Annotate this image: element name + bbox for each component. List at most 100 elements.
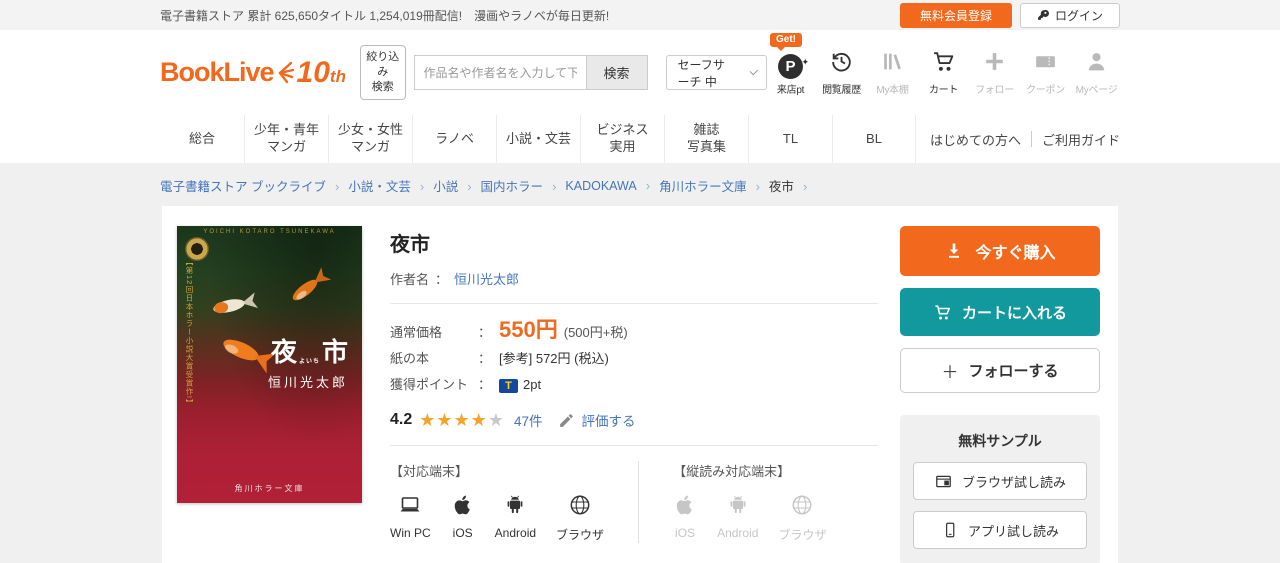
nav-item-magazine[interactable]: 雑誌 写真集 [664,115,748,163]
cover-romaji-text: YOICHI KOTARO TSUNEKAWA [177,229,362,235]
vertical-reading-note: ※縦読み機能のご利用については、ご利用ガイドをご確認ください [390,559,878,563]
booklive-logo[interactable]: BookLive 10th [160,57,346,88]
free-register-button[interactable]: 無料会員登録 [900,3,1012,28]
plus-icon [941,358,958,383]
breadcrumb-current: 夜市 [769,176,816,195]
breadcrumb-horror[interactable]: 国内ホラー [481,176,566,195]
globe-icon [790,493,814,517]
follow-quick-button[interactable]: フォロー [971,49,1018,96]
breadcrumb-kadokawa[interactable]: KADOKAWA [565,178,659,193]
breadcrumb-kadokawa-horror-bunko[interactable]: 角川ホラー文庫 [659,176,769,195]
rate-action-link[interactable]: 評価する [581,410,635,430]
filter-search-button[interactable]: 絞り込み 検索 [360,45,406,100]
colon [429,269,454,288]
anniversary-suffix: th [330,67,346,86]
breadcrumb-novel[interactable]: 小説 [433,176,480,195]
site-header: BookLive 10th 絞り込み 検索 検索 セーフサーチ 中 Get! P… [0,30,1280,115]
category-nav: 総合 少年・青年 マンガ 少女・女性 マンガ ラノベ 小説・文芸 ビジネス 実用… [0,115,1280,163]
device-android-disabled: Android [717,493,758,543]
cart-button[interactable]: カート [920,49,967,96]
chevron-down-icon [750,67,758,75]
first-time-link[interactable]: はじめての方へ [930,130,1021,149]
laptop-icon [398,493,422,517]
download-icon [944,241,964,261]
search-input[interactable] [414,55,586,90]
product-card: YOICHI KOTARO TSUNEKAWA 【第12回日本ホラー小説大賞受賞… [162,206,1118,563]
coupon-button[interactable]: クーポン [1022,49,1069,96]
point-p-icon: P [778,54,803,79]
review-count-link[interactable]: 47件 [514,410,543,430]
smartphone-icon [941,521,959,539]
safe-search-dropdown[interactable]: セーフサーチ 中 [666,55,767,90]
apple-icon [451,493,475,517]
star-icon [454,411,471,429]
nav-item-lightnovel[interactable]: ラノベ [412,115,496,163]
pencil-icon [558,412,575,429]
safe-search-label: セーフサーチ 中 [678,56,735,90]
cart-icon [931,49,956,74]
nav-item-novel[interactable]: 小説・文芸 [496,115,580,163]
my-page-button[interactable]: Myページ [1073,49,1120,96]
apple-icon [673,493,697,517]
author-label: 作者名 [390,269,429,288]
login-label: ログイン [1055,7,1103,24]
nav-item-general[interactable]: 総合 [160,115,244,163]
page-background: 電子書籍ストア ブックライブ 小説・文芸 小説 国内ホラー KADOKAWA 角… [0,163,1280,563]
breadcrumb-novel-category[interactable]: 小説・文芸 [348,176,433,195]
nav-item-shonen-manga[interactable]: 少年・青年 マンガ [244,115,328,163]
book-cover-image[interactable]: YOICHI KOTARO TSUNEKAWA 【第12回日本ホラー小説大賞受賞… [177,226,362,503]
divider [390,303,878,304]
app-preview-button[interactable]: アプリ試し読み [913,511,1087,549]
free-sample-box: 無料サンプル ブラウザ試し読み [900,415,1100,563]
device-winpc: Win PC [390,493,431,543]
key-icon [1037,9,1050,22]
free-sample-heading: 無料サンプル [913,431,1087,451]
nav-item-bl[interactable]: BL [832,115,916,163]
search-button[interactable]: 検索 [586,55,648,90]
nav-item-business[interactable]: ビジネス 実用 [580,115,664,163]
star-icon [488,411,505,429]
colon [478,348,499,367]
regular-price-value: 550円 [499,319,558,341]
rating-row: 4.2 47件 評価する [390,410,878,430]
browser-preview-button[interactable]: ブラウザ試し読み [913,462,1087,500]
breadcrumb-store[interactable]: 電子書籍ストア ブックライブ [160,176,348,195]
browser-window-icon [934,472,953,491]
divider [1031,131,1032,147]
android-icon [503,493,527,517]
search-box: 検索 [414,55,648,90]
star-icon [471,411,488,429]
divider [390,445,878,446]
vertical-devices-heading: 【縦読み対応端末】 [673,461,826,480]
star-icon [419,411,436,429]
paper-price-label: 紙の本 [390,348,478,367]
star-icon [436,411,453,429]
points-value: 2pt [523,377,541,392]
device-support: 【対応端末】 Win PC [390,461,878,543]
user-guide-link[interactable]: ご利用ガイド [1042,130,1120,149]
author-link[interactable]: 恒川光太郎 [454,269,519,288]
paper-price-value: [参考] 572円 (税込) [499,348,609,367]
add-to-cart-button[interactable]: カートに入れる [900,288,1100,336]
regular-price-label: 通常価格 [390,322,478,341]
follow-button[interactable]: フォローする [900,348,1100,393]
my-bookshelf-button[interactable]: My本棚 [869,49,916,96]
nav-item-shojo-manga[interactable]: 少女・女性 マンガ [328,115,412,163]
anniversary-number: 10 [297,56,330,89]
cover-award-text: 【第12回日本ホラー小説大賞受賞作!】 [184,258,195,428]
page-title: 夜市 [390,228,878,257]
device-ios-disabled: iOS [673,493,697,543]
nav-item-tl[interactable]: TL [748,115,832,163]
supported-devices-heading: 【対応端末】 [390,461,604,480]
bookshelf-icon [880,49,905,74]
cart-icon [933,303,952,322]
product-info: 夜市 作者名 恒川光太郎 通常価格 550円 (500円+税) 紙の本 [参考]… [362,226,900,563]
device-browser-disabled: ブラウザ [778,493,826,543]
history-button[interactable]: 閲覧履歴 [818,49,865,96]
buy-now-button[interactable]: 今すぐ購入 [900,226,1100,276]
breadcrumb: 電子書籍ストア ブックライブ 小説・文芸 小説 国内ホラー KADOKAWA 角… [160,176,1120,195]
visit-point-button[interactable]: Get! P 来店pt [767,54,814,96]
coupon-icon [1033,49,1058,74]
login-button[interactable]: ログイン [1020,3,1120,28]
points-label: 獲得ポイント [390,374,478,393]
